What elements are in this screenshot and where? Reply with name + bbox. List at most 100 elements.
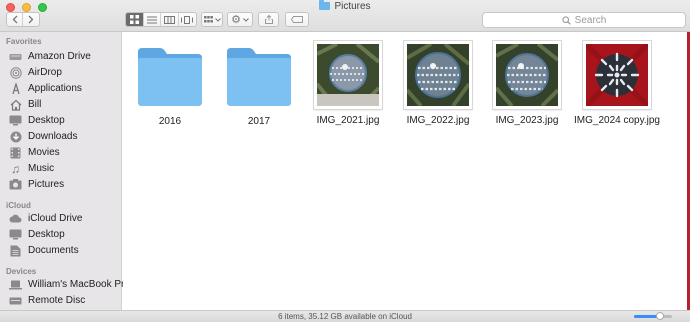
cover-flow-icon — [181, 15, 194, 24]
file-name: IMG_2022.jpg — [406, 115, 470, 126]
sidebar-item-airdrop[interactable]: AirDrop — [9, 65, 62, 80]
sidebar-item-label: Desktop — [28, 229, 65, 240]
folder-icon — [319, 0, 331, 10]
gear-icon: ⚙ — [231, 14, 241, 26]
home-icon — [9, 99, 22, 111]
slider-knob[interactable] — [656, 312, 664, 320]
sidebar-header-devices: Devices — [6, 267, 37, 276]
column-view-button[interactable] — [161, 13, 179, 26]
tags-button[interactable] — [285, 12, 309, 27]
sidebar-item-label: William's MacBook Pro — [28, 279, 130, 290]
image-thumbnail — [314, 41, 382, 109]
arrange-icon — [203, 15, 213, 22]
image-file-item[interactable]: IMG_2023.jpg — [482, 41, 572, 126]
folder-icon — [227, 48, 291, 106]
folder-item[interactable]: 2016 — [125, 46, 215, 127]
finder-window: Pictures ⚙ Search Favorites Amazon Drive… — [0, 0, 690, 322]
file-browser: 2016 2017 IMG_2021.jpg IMG_2022.jpg IMG_… — [123, 32, 690, 310]
image-thumbnail — [493, 41, 561, 109]
icon-view-button[interactable] — [126, 13, 144, 26]
status-bar: 6 items, 35.12 GB available on iCloud — [0, 310, 690, 322]
sidebar-item-pictures[interactable]: Pictures — [9, 177, 64, 192]
image-thumbnail — [583, 41, 651, 109]
title-bar: Pictures ⚙ Search — [0, 0, 690, 32]
sidebar: Favorites Amazon Drive AirDrop Applicati… — [0, 32, 130, 310]
sidebar-item-label: Music — [28, 163, 55, 174]
sidebar-item-bill[interactable]: Bill — [9, 97, 41, 112]
sidebar-item-label: Movies — [28, 147, 60, 158]
sidebar-header-icloud: iCloud — [6, 201, 31, 210]
desktop-icon — [9, 229, 22, 241]
image-file-item[interactable]: IMG_2021.jpg — [303, 41, 393, 126]
desktop-icon — [9, 115, 22, 127]
list-view-button[interactable] — [144, 13, 161, 26]
slider-fill — [634, 315, 658, 318]
airdrop-icon — [9, 66, 22, 79]
sidebar-item-documents[interactable]: Documents — [9, 243, 79, 258]
image-thumbnail — [404, 41, 472, 109]
chevron-right-icon — [28, 15, 34, 24]
column-view-icon — [163, 15, 175, 24]
pictures-icon — [9, 179, 22, 191]
file-name: IMG_2024 copy.jpg — [574, 115, 660, 126]
window-title-text: Pictures — [334, 1, 371, 12]
sidebar-item-movies[interactable]: Movies — [9, 145, 60, 160]
applications-icon — [9, 82, 22, 95]
sidebar-item-remote-disc[interactable]: Remote Disc — [9, 293, 85, 308]
sidebar-item-music[interactable]: ♫ Music — [9, 161, 54, 176]
sidebar-item-label: Documents — [28, 245, 79, 256]
music-icon: ♫ — [11, 161, 20, 176]
drive-icon — [9, 51, 22, 63]
share-button[interactable] — [258, 12, 279, 27]
forward-button[interactable] — [23, 13, 39, 26]
window-title: Pictures — [0, 0, 690, 12]
navigation-buttons — [6, 12, 40, 27]
view-mode-control — [125, 12, 197, 27]
file-name: 2017 — [247, 116, 271, 127]
file-name: 2016 — [158, 116, 182, 127]
sidebar-item-applications[interactable]: Applications — [9, 81, 82, 96]
icon-size-slider[interactable] — [634, 312, 672, 320]
folder-item[interactable]: 2017 — [214, 46, 304, 127]
downloads-icon — [9, 131, 22, 143]
sidebar-item-label: Desktop — [28, 115, 65, 126]
search-placeholder: Search — [574, 14, 607, 26]
sidebar-item-desktop[interactable]: Desktop — [9, 113, 65, 128]
disc-icon — [9, 295, 22, 307]
sidebar-item-label: Amazon Drive — [28, 51, 91, 62]
action-menu-button[interactable]: ⚙ — [227, 12, 253, 27]
icon-view-icon — [129, 15, 139, 24]
sidebar-item-amazon-drive[interactable]: Amazon Drive — [9, 49, 91, 64]
list-view-icon — [146, 16, 157, 23]
image-file-item[interactable]: IMG_2022.jpg — [393, 41, 483, 126]
sidebar-item-icloud-desktop[interactable]: Desktop — [9, 227, 65, 242]
sidebar-item-icloud-drive[interactable]: iCloud Drive — [9, 211, 82, 226]
sidebar-item-label: AirDrop — [28, 67, 62, 78]
cover-flow-view-button[interactable] — [179, 13, 196, 26]
sidebar-item-label: Bill — [28, 99, 42, 110]
documents-icon — [9, 245, 22, 257]
status-text: 6 items, 35.12 GB available on iCloud — [278, 312, 412, 321]
chevron-left-icon — [12, 15, 17, 24]
sidebar-item-downloads[interactable]: Downloads — [9, 129, 77, 144]
search-icon — [562, 15, 571, 25]
movies-icon — [9, 147, 22, 159]
back-button[interactable] — [7, 13, 24, 26]
sidebar-item-label: Applications — [28, 83, 82, 94]
share-icon — [264, 15, 273, 24]
laptop-icon — [9, 279, 22, 291]
tag-icon — [291, 16, 303, 23]
sidebar-item-macbook-pro[interactable]: William's MacBook Pro — [9, 277, 130, 292]
sidebar-item-label: Remote Disc — [28, 295, 86, 306]
image-file-item[interactable]: IMG_2024 copy.jpg — [572, 41, 662, 126]
arrange-menu-button[interactable] — [201, 12, 223, 27]
file-name: IMG_2023.jpg — [495, 115, 559, 126]
sidebar-item-label: iCloud Drive — [28, 213, 83, 224]
search-field[interactable]: Search — [482, 12, 686, 28]
sidebar-item-label: Downloads — [28, 131, 78, 142]
sidebar-item-label: Pictures — [28, 179, 65, 190]
chevron-down-icon — [243, 17, 249, 22]
sidebar-header-favorites: Favorites — [6, 37, 42, 46]
folder-icon — [138, 48, 202, 106]
chevron-down-icon — [214, 17, 221, 22]
